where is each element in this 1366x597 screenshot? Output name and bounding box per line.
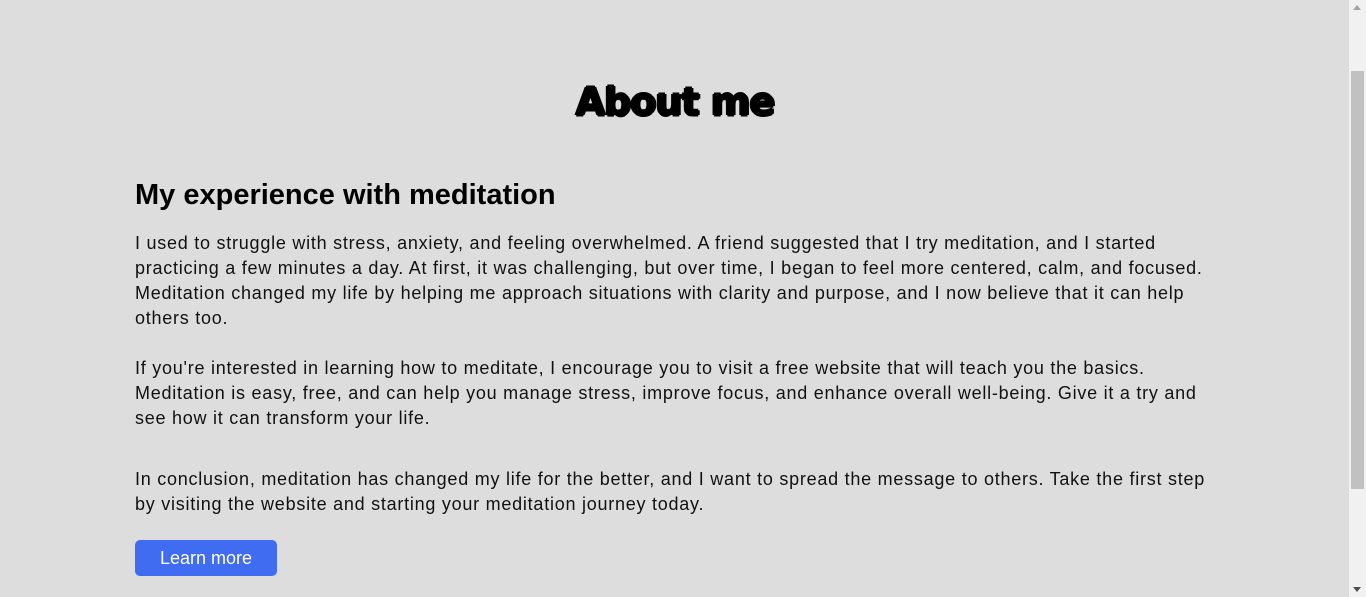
chevron-up-icon[interactable] (1353, 5, 1361, 10)
page-viewport: About me My experience with meditation I… (0, 0, 1366, 597)
page-title: About me (575, 80, 776, 124)
paragraph-experience: I used to struggle with stress, anxiety,… (135, 233, 1203, 328)
vertical-scrollbar[interactable] (1349, 0, 1366, 597)
paragraph-conclusion: In conclusion, meditation has changed my… (135, 469, 1205, 514)
learn-more-button[interactable]: Learn more (135, 540, 277, 576)
chevron-down-icon[interactable] (1353, 587, 1361, 592)
section-heading: My experience with meditation (135, 179, 556, 211)
paragraph-invitation: If you're interested in learning how to … (135, 358, 1197, 428)
scrollbar-thumb[interactable] (1351, 71, 1364, 489)
